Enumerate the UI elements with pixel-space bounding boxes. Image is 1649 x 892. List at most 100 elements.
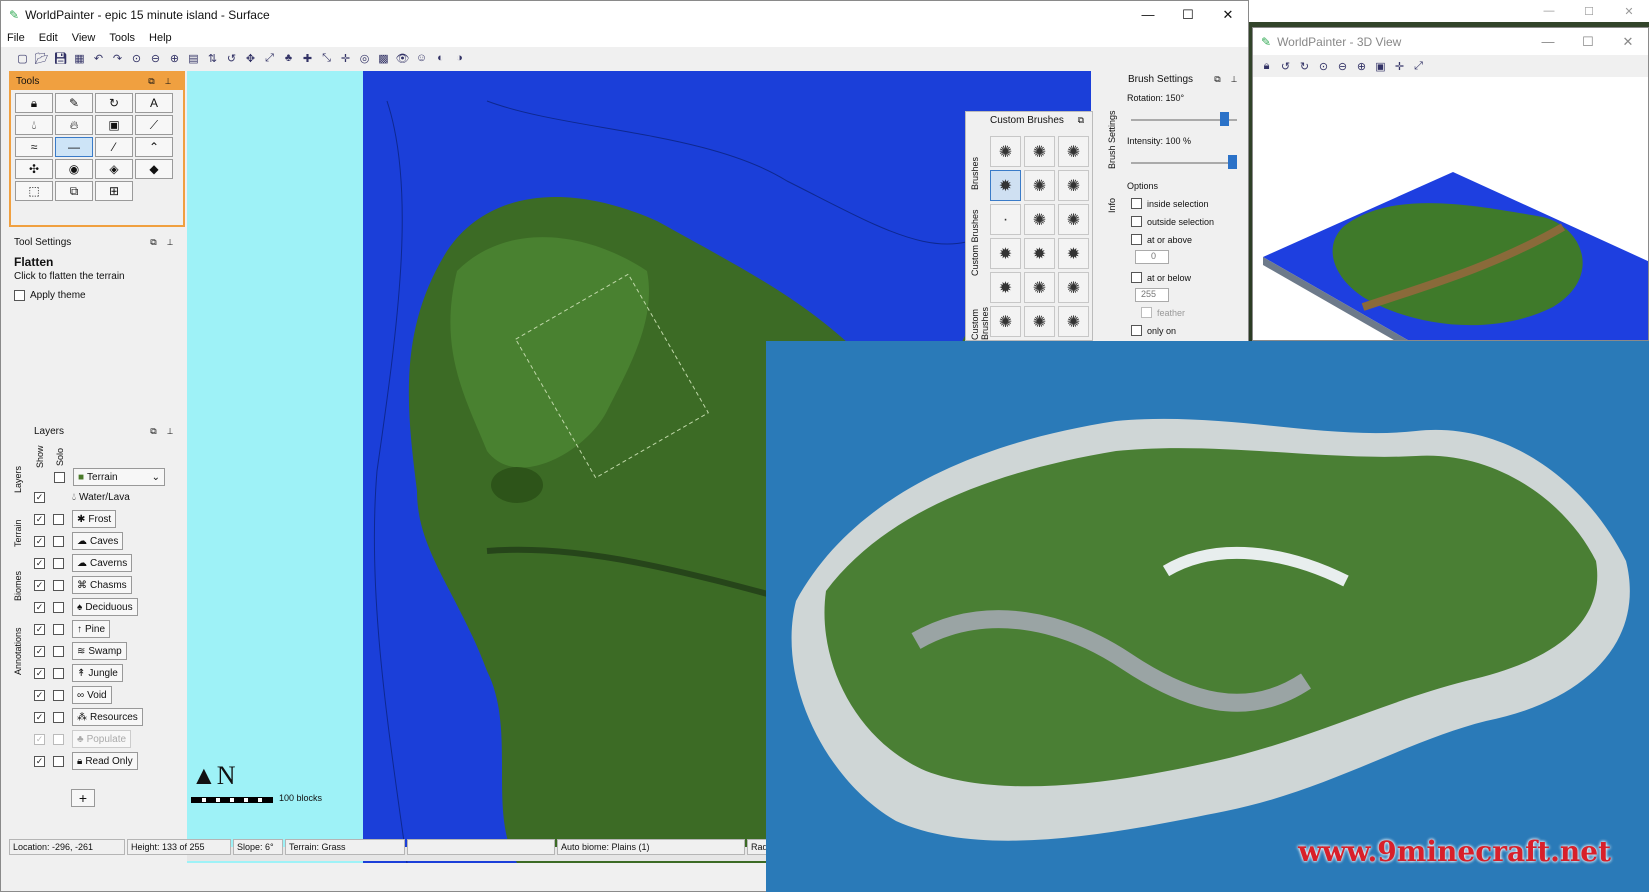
brush-cell[interactable]: ✹ [1058,238,1089,269]
layer-button[interactable]: ↑ Pine [72,620,111,638]
layer-solo-checkbox[interactable] [53,689,64,701]
layer-button[interactable]: ♠ Deciduous [72,598,138,616]
tool-slope-button[interactable]: ⁄ [95,137,133,157]
tool-spray-button[interactable]: ✣ [15,159,53,179]
maximize-button[interactable]: ☐ [1168,7,1208,23]
at-or-above-checkbox[interactable] [1131,234,1142,245]
layer-solo-checkbox[interactable] [53,535,64,547]
layer-button[interactable]: ♣ Populate [72,730,132,748]
zoom-in-icon[interactable]: ⊕ [167,51,182,66]
zoom-reset-icon[interactable]: ⊙ [1316,59,1331,74]
add-layer-button[interactable]: + [71,789,95,807]
view3d-minimize-button[interactable]: — [1528,34,1568,50]
add-tile-icon[interactable]: ✚ [300,51,315,66]
background-maximize-button[interactable]: ☐ [1569,5,1609,18]
layer-button[interactable]: ↟ Jungle [72,664,123,682]
brush-cell[interactable]: ✹ [990,238,1021,269]
new-icon[interactable]: ▢ [15,51,30,66]
brush-cell[interactable]: ✺ [1058,272,1089,303]
tool-copy-button[interactable]: ⧉ [55,181,93,201]
layer-solo-checkbox[interactable] [53,513,64,525]
brush-cell[interactable]: ✺ [1058,136,1089,167]
zoom-in-icon[interactable]: ⊕ [1354,59,1369,74]
tab-brushes[interactable]: Brushes [970,142,980,190]
layer-solo-checkbox[interactable] [53,755,64,767]
brush-cell[interactable]: ✺ [1024,136,1055,167]
layer-solo-checkbox[interactable] [53,579,64,591]
close-button[interactable]: ✕ [1208,7,1248,23]
remove-tile-icon[interactable]: ⤡ [319,51,334,66]
tool-lava-button[interactable]: 🔥︎ [55,115,93,135]
layer-button[interactable]: ☁ Caverns [72,554,133,572]
layer-solo-checkbox[interactable] [53,733,64,745]
tab-layers[interactable]: Layers [13,449,23,493]
globe-2-icon[interactable]: ◑ [452,51,467,66]
brush-cell[interactable]: ✺ [1024,204,1055,235]
export-icon[interactable]: ▦ [72,51,87,66]
panel-float-icon[interactable]: ⧉ [1078,115,1084,126]
tool-eyedropper-button[interactable]: ⟋ [135,115,173,135]
person-icon[interactable]: ☺ [414,51,429,66]
menu-view[interactable]: View [72,32,96,44]
layer-button[interactable]: 💧︎ Water/Lava [72,492,130,503]
image-icon[interactable]: ▩ [376,51,391,66]
tool-text-button[interactable]: A [135,93,173,113]
minimize-button[interactable]: — [1128,7,1168,23]
outside-selection-checkbox[interactable] [1131,216,1142,227]
layer-button[interactable]: ⁂ Resources [72,708,143,726]
brush-cell[interactable]: ✹ [990,272,1021,303]
layer-show-checkbox[interactable]: ✓ [34,711,45,723]
layer-show-checkbox[interactable]: ✓ [34,733,45,745]
layer-button[interactable]: ✱ Frost [72,510,117,528]
tool-diamond-button[interactable]: ◈ [95,159,133,179]
tab-info[interactable]: Info [1107,187,1117,213]
tool-pencil-button[interactable]: ✎ [55,93,93,113]
tab-custom-brushes-2[interactable]: Custom Brushes [970,292,990,340]
rotate-right-icon[interactable]: ↻ [1297,59,1312,74]
layer-show-checkbox[interactable]: ✓ [34,579,45,591]
terrain-select[interactable]: ■ Terrain ⌄ [73,468,165,486]
inside-selection-checkbox[interactable] [1131,198,1142,209]
tool-rotate-button[interactable]: ↻ [95,93,133,113]
tab-custom-brushes[interactable]: Custom Brushes [970,204,980,276]
rotate-left-icon[interactable]: ↺ [224,51,239,66]
view3d-maximize-button[interactable]: ☐ [1568,34,1608,50]
brush-cell[interactable]: ✺ [990,136,1021,167]
fit-icon[interactable]: ⤢ [262,51,277,66]
panel-pin-icon[interactable]: ⧉ ⊥ [1214,74,1241,85]
layer-show-checkbox[interactable]: ✓ [34,535,45,547]
zoom-out-icon[interactable]: ⊖ [148,51,163,66]
save-icon[interactable]: 🔒︎ [1259,59,1274,74]
brush-cell[interactable]: ✺ [990,306,1021,337]
tab-annotations[interactable]: Annotations [13,613,23,675]
tool-fill-button[interactable]: ⊞ [95,181,133,201]
tool-select-button[interactable]: ⬚ [15,181,53,201]
apply-theme-checkbox[interactable] [14,290,25,301]
move-icon[interactable]: ✥ [243,51,258,66]
intensity-slider-thumb[interactable] [1228,155,1237,169]
panel-pin-icon[interactable]: ⧉ ⊥ [148,76,175,87]
menu-edit[interactable]: Edit [39,32,58,44]
terrain-solo-checkbox[interactable] [54,471,65,483]
feather-checkbox[interactable] [1141,307,1152,318]
tool-sponge-button[interactable]: ◉ [55,159,93,179]
globe-icon[interactable]: ◐ [433,51,448,66]
tool-pencil-lock-button[interactable]: 🔒︎ [15,93,53,113]
brush-cell[interactable]: ✺ [1058,170,1089,201]
layer-show-checkbox[interactable]: ✓ [34,755,45,767]
layer-button[interactable]: ≋ Swamp [72,642,127,660]
intensity-slider[interactable] [1131,155,1237,169]
brush-cell[interactable]: ✺ [1024,170,1055,201]
open-icon[interactable]: 📂︎ [34,51,49,66]
layer-solo-checkbox[interactable] [53,557,64,569]
menu-file[interactable]: File [7,32,25,44]
background-minimize-button[interactable]: — [1529,5,1569,17]
tool-image-button[interactable]: ▣ [95,115,133,135]
layer-button[interactable]: ∞ Void [72,686,112,704]
layer-show-checkbox[interactable]: ✓ [34,645,45,657]
tab-terrain[interactable]: Terrain [13,503,23,547]
rotation-slider-thumb[interactable] [1220,112,1230,126]
brush-cell[interactable]: ✺ [1058,306,1089,337]
rotation-slider[interactable] [1131,112,1237,126]
layer-solo-checkbox[interactable] [53,645,64,657]
